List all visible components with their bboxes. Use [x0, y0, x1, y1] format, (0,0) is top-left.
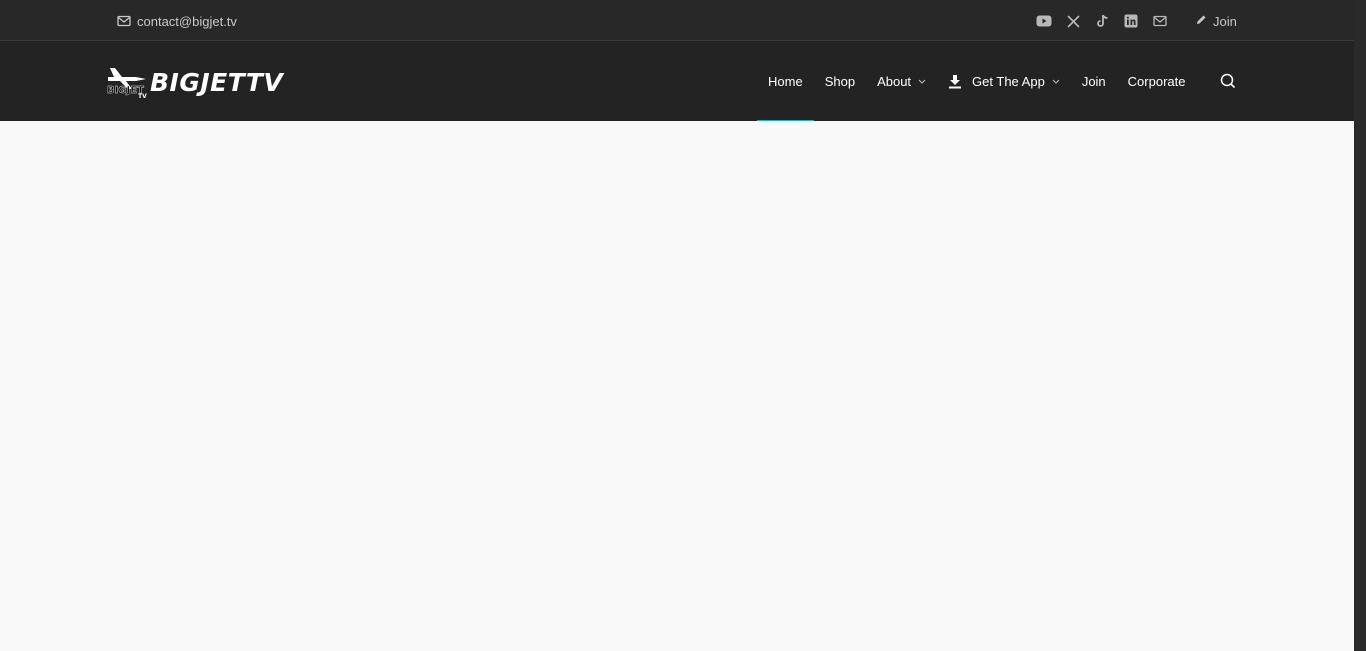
search-button[interactable] — [1219, 73, 1237, 94]
mail-icon[interactable] — [1152, 13, 1168, 29]
chevron-down-icon — [1052, 79, 1060, 84]
pencil-icon — [1195, 14, 1207, 29]
nav-item-shop[interactable]: Shop — [814, 41, 866, 121]
nav-item-get-the-app[interactable]: Get The App — [937, 41, 1071, 121]
contact-email-text: contact@bigjet.tv — [137, 13, 237, 29]
linkedin-icon[interactable] — [1123, 13, 1139, 29]
topbar-join-link[interactable]: Join — [1195, 12, 1237, 30]
primary-menu: Home Shop About Get The App Join Corpora… — [757, 41, 1197, 122]
main-content-area — [0, 121, 1354, 651]
social-links — [1036, 11, 1168, 31]
top-bar: contact@bigjet.tv Join — [0, 0, 1354, 41]
contact-email-link[interactable]: contact@bigjet.tv — [117, 12, 237, 30]
topbar-join-label: Join — [1213, 13, 1237, 29]
site-logo[interactable]: BIGJET TV BIGJETTV — [106, 65, 316, 101]
logo-wordmark: BIGJETTV — [150, 67, 284, 97]
search-icon — [1220, 73, 1236, 94]
chevron-down-icon — [918, 79, 926, 84]
nav-item-label: About — [877, 73, 912, 89]
page-scrollbar[interactable] — [1354, 0, 1366, 651]
nav-item-about[interactable]: About — [866, 41, 937, 121]
nav-item-corporate[interactable]: Corporate — [1117, 41, 1197, 121]
nav-item-home[interactable]: Home — [757, 41, 814, 122]
nav-item-label: Get The App — [972, 73, 1045, 89]
nav-item-label: Corporate — [1127, 73, 1186, 89]
envelope-icon — [117, 15, 131, 27]
nav-item-label: Shop — [824, 73, 856, 89]
logo-mark-sub: TV — [138, 93, 147, 99]
download-icon — [948, 74, 962, 89]
nav-item-label: Join — [1081, 73, 1106, 89]
x-icon[interactable] — [1065, 13, 1081, 29]
page: contact@bigjet.tv Join BIGJET TV BIGJETT… — [0, 0, 1354, 651]
nav-item-label: Home — [768, 73, 803, 89]
main-navbar: BIGJET TV BIGJETTV Home Shop About Get T… — [0, 41, 1354, 122]
jet-logo-icon: BIGJET TV — [106, 65, 150, 100]
tiktok-icon[interactable] — [1094, 13, 1110, 29]
nav-item-join[interactable]: Join — [1071, 41, 1117, 121]
youtube-icon[interactable] — [1036, 13, 1052, 29]
